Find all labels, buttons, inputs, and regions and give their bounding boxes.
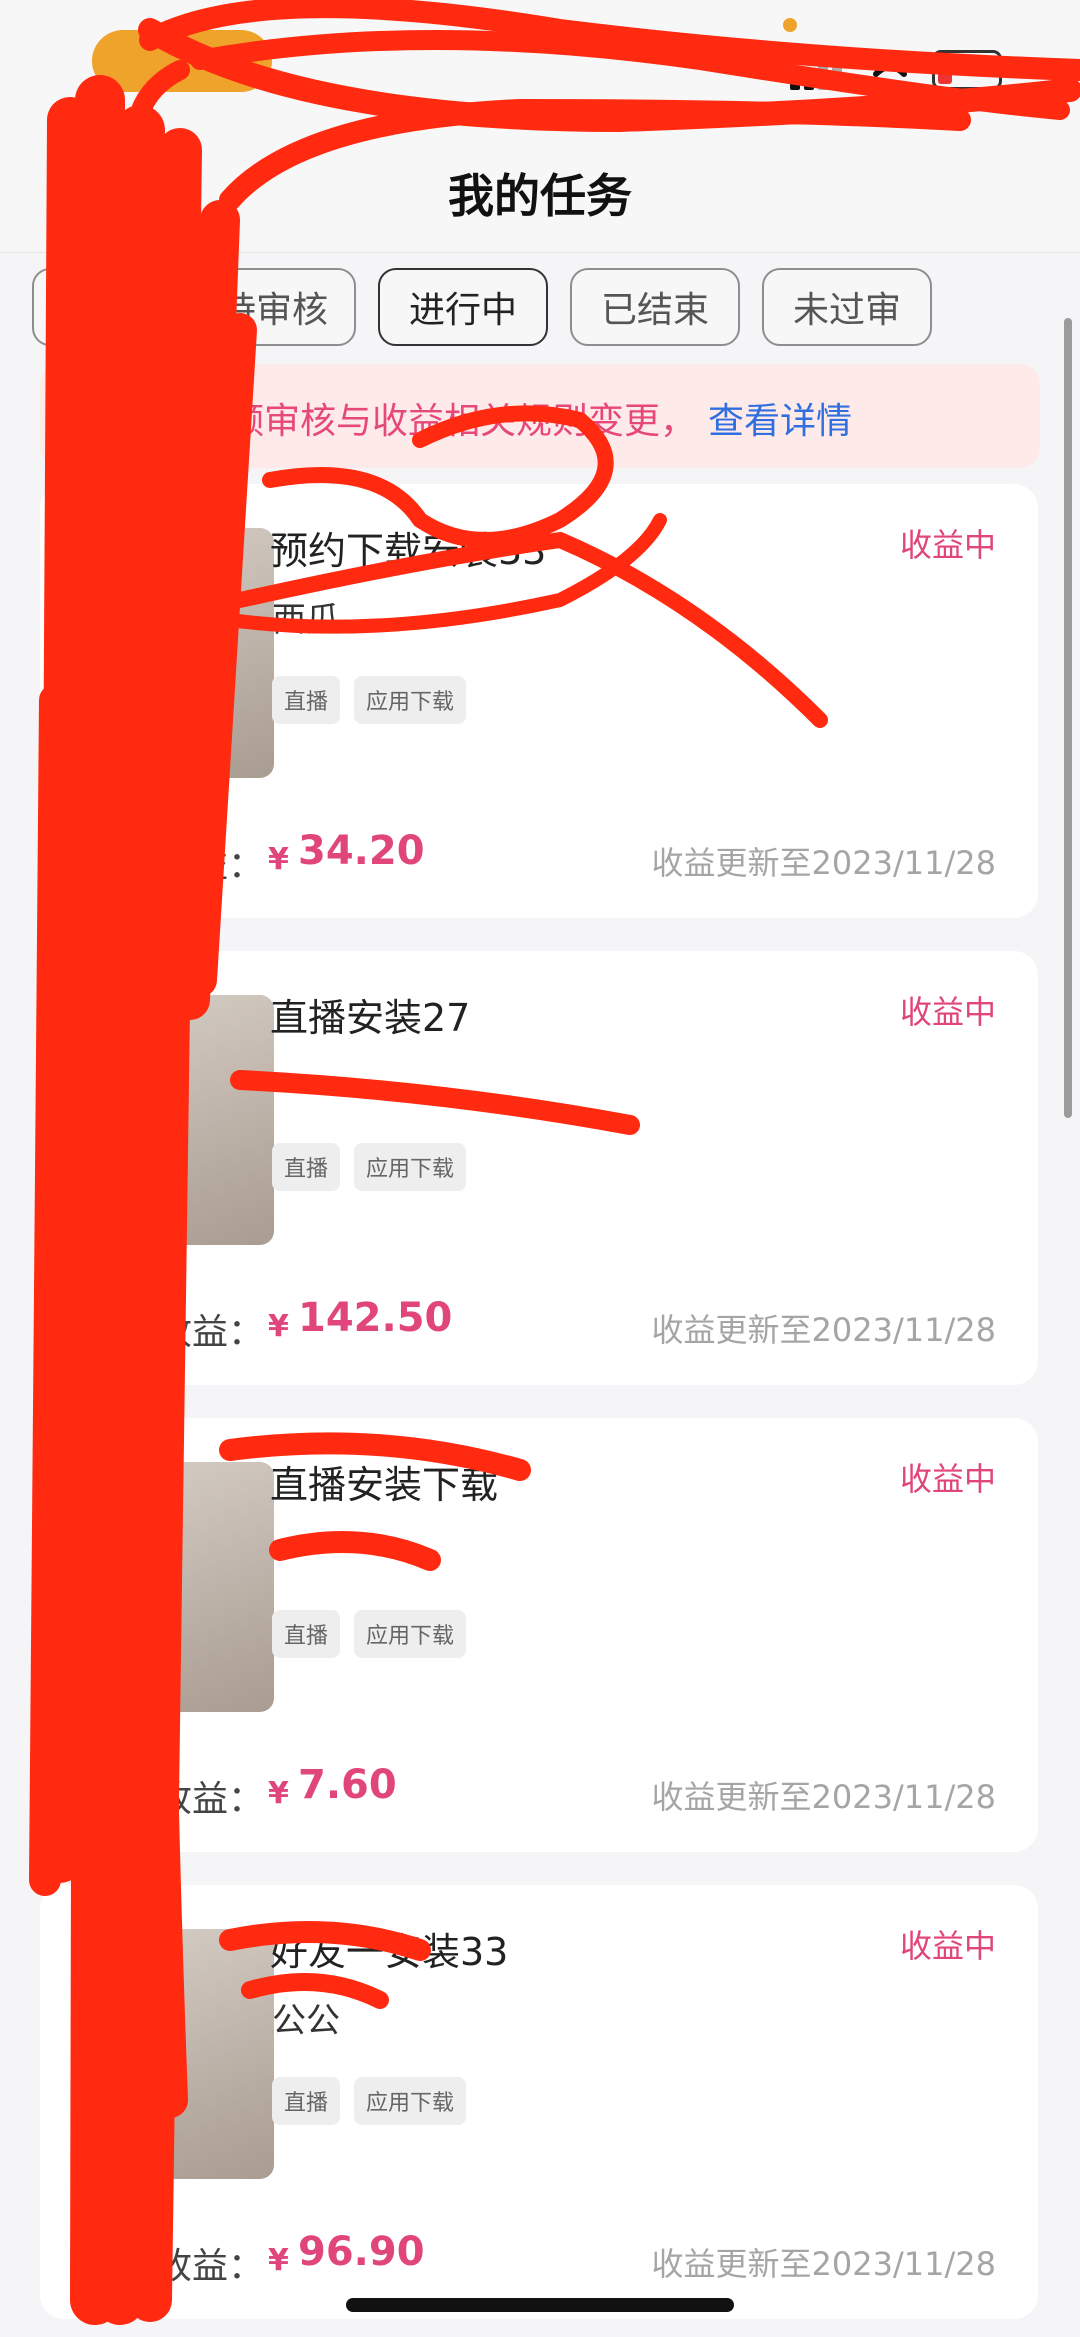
- task-tag: 应用下载: [354, 1610, 467, 1658]
- tab-pending-review[interactable]: 待审核: [192, 268, 356, 346]
- earnings-updated: 收益更新至2023/11/28: [651, 1778, 996, 1816]
- task-thumbnail: [84, 995, 274, 1245]
- task-subtitle: 西瓜: [272, 600, 340, 640]
- task-card[interactable]: 直播安装27 收益中 直播 应用下载 预估收益： ¥ 142.50 收益更新至2…: [40, 951, 1038, 1385]
- task-tag: 应用下载: [354, 1143, 467, 1191]
- task-card[interactable]: 直播安装下载 收益中 直播 应用下载 预估收益： ¥ 7.60 收益更新至202…: [40, 1418, 1038, 1852]
- earnings-label: 预估收益：: [84, 1312, 265, 1353]
- task-tag: 直播: [272, 676, 341, 724]
- tab-not-approved[interactable]: 未过审: [762, 268, 932, 346]
- task-tag: 直播: [272, 1610, 341, 1658]
- page-title: 我的任务: [448, 169, 632, 223]
- earnings-updated: 收益更新至2023/11/28: [651, 1311, 996, 1349]
- task-tag: 应用下载: [354, 676, 467, 724]
- currency-symbol: ¥: [268, 1776, 289, 1811]
- scrollbar[interactable]: [1064, 318, 1072, 1118]
- earnings-updated: 收益更新至2023/11/28: [651, 844, 996, 882]
- task-title: 预约下载安装33: [270, 529, 547, 573]
- task-thumbnail: [84, 528, 274, 778]
- task-status: 收益中: [899, 1927, 996, 1965]
- earnings-label: 预估收益：: [84, 2246, 265, 2287]
- task-tag: 直播: [272, 2077, 341, 2125]
- task-tags: 直播 应用下载: [272, 2077, 467, 2125]
- earnings-amount: 142.50: [298, 1295, 453, 1341]
- task-card[interactable]: 预约下载安装33 西瓜 收益中 直播 应用下载 预估收益： ¥ 34.20 收益…: [40, 484, 1038, 918]
- task-thumbnail: [84, 1929, 274, 2179]
- task-title: 直播安装下载: [270, 1463, 499, 1507]
- privacy-dot: [783, 18, 797, 32]
- currency-symbol: ¥: [268, 842, 289, 877]
- notice-details-link[interactable]: 查看详情: [708, 392, 852, 444]
- task-tags: 直播 应用下载: [272, 676, 467, 724]
- earnings-label: 预估收益：: [84, 1779, 265, 1820]
- signal-icon: [790, 56, 846, 90]
- currency-symbol: ¥: [268, 2243, 289, 2278]
- tab-all[interactable]: 全部: [32, 268, 164, 346]
- task-status: 收益中: [899, 993, 996, 1031]
- task-status: 收益中: [899, 526, 996, 564]
- tab-in-progress[interactable]: 进行中: [378, 268, 548, 346]
- earnings-updated: 收益更新至2023/11/28: [651, 2245, 996, 2283]
- task-subtitle: 公公: [272, 2001, 340, 2041]
- battery-icon: [932, 50, 1002, 90]
- notice-banner: 直播全视频审核与收益相关规则变更， 查看详情: [40, 364, 1040, 468]
- notice-text: 直播全视频审核与收益相关规则变更，: [84, 401, 697, 442]
- earnings-label: 预估收益：: [84, 845, 265, 886]
- task-tag: 直播: [272, 1143, 341, 1191]
- task-status: 收益中: [899, 1460, 996, 1498]
- task-card[interactable]: 好友一安装33 公公 收益中 直播 应用下载 预估收益： ¥ 96.90 收益更…: [40, 1885, 1038, 2319]
- earnings-amount: 7.60: [298, 1762, 397, 1808]
- task-title: 好友一安装33: [270, 1930, 509, 1974]
- tab-ended[interactable]: 已结束: [570, 268, 740, 346]
- call-indicator: [92, 30, 272, 92]
- task-tag: 应用下载: [354, 2077, 467, 2125]
- task-tags: 直播 应用下载: [272, 1143, 467, 1191]
- wifi-icon: [866, 53, 914, 90]
- page-header: 我的任务: [0, 110, 1080, 253]
- task-thumbnail: [84, 1462, 274, 1712]
- currency-symbol: ¥: [268, 1309, 289, 1344]
- task-title: 直播安装27: [270, 996, 471, 1040]
- earnings-amount: 34.20: [298, 828, 425, 874]
- home-indicator: [346, 2298, 734, 2312]
- earnings-amount: 96.90: [298, 2229, 425, 2275]
- task-tags: 直播 应用下载: [272, 1610, 467, 1658]
- status-bar: [0, 0, 1080, 110]
